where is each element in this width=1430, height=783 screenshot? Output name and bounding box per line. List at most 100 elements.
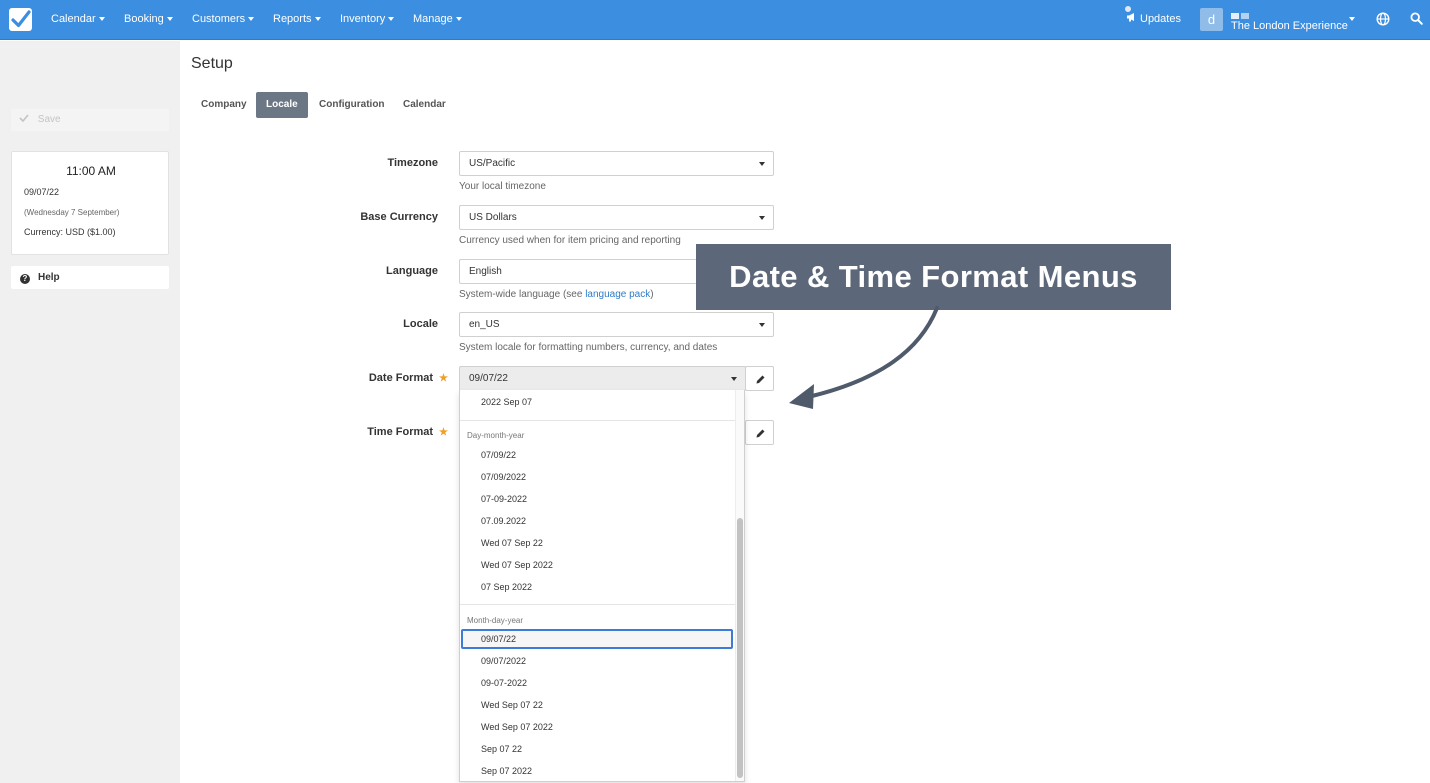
nav-inventory[interactable]: Inventory (340, 0, 395, 40)
clock-currency: Currency: USD ($1.00) (24, 227, 116, 237)
top-navbar: Calendar Booking Customers Reports Inven… (0, 0, 1430, 40)
nav-manage-label: Manage (413, 13, 453, 25)
updates-button[interactable]: Updates (1125, 0, 1181, 40)
page-title: Setup (191, 55, 233, 72)
updates-label: Updates (1140, 13, 1181, 25)
required-star-icon: ★ (439, 427, 448, 438)
chevron-down-icon (455, 17, 462, 22)
dropdown-option[interactable]: Wed Sep 07 22 (481, 700, 543, 710)
time-format-label: Time Format ★ (288, 426, 448, 438)
nav-customers-label: Customers (192, 13, 246, 25)
pencil-icon (756, 429, 765, 438)
chevron-down-icon (731, 377, 737, 381)
locale-help: System locale for formatting numbers, cu… (459, 342, 718, 353)
date-format-value: 09/07/22 (469, 373, 508, 384)
chevron-down-icon (759, 216, 765, 220)
language-label: Language (386, 265, 438, 277)
chevron-down-icon (248, 17, 255, 22)
language-help: System-wide language (see language pack) (459, 289, 654, 300)
currency-value: US Dollars (469, 212, 517, 223)
tab-calendar[interactable]: Calendar (393, 92, 456, 118)
tab-locale[interactable]: Locale (256, 92, 308, 118)
chevron-down-icon (166, 17, 173, 22)
chevron-down-icon (759, 162, 765, 166)
dropdown-option[interactable]: Wed 07 Sep 2022 (481, 560, 553, 570)
help-label: Help (38, 272, 60, 283)
notification-dot (1125, 6, 1131, 12)
timezone-value: US/Pacific (469, 158, 516, 169)
dropdown-option[interactable]: 07 Sep 2022 (481, 582, 532, 592)
clock-date: 09/07/22 (24, 187, 60, 197)
account-chevron-down-icon[interactable] (1349, 17, 1355, 21)
sidebar: Save 11:00 AM 09/07/22 (Wednesday 7 Sept… (0, 41, 180, 783)
clock-time: 11:00 AM (66, 164, 116, 178)
nav-calendar-label: Calendar (51, 13, 96, 25)
question-circle-icon: ? (20, 274, 30, 284)
save-label: Save (37, 114, 61, 125)
dropdown-group-label: Day-month-year (467, 431, 525, 440)
save-button[interactable]: Save (11, 109, 169, 131)
dropdown-option[interactable]: Sep 07 22 (481, 744, 522, 754)
currency-label: Base Currency (360, 211, 438, 223)
nav-booking-label: Booking (124, 13, 164, 25)
nav-calendar[interactable]: Calendar (51, 0, 105, 40)
dropdown-separator (460, 420, 735, 421)
timezone-select[interactable]: US/Pacific (459, 151, 774, 176)
nav-booking[interactable]: Booking (124, 0, 173, 40)
chevron-down-icon (388, 17, 395, 22)
dropdown-option[interactable]: 09-07-2022 (481, 678, 527, 688)
nav-customers[interactable]: Customers (192, 0, 255, 40)
chevron-down-icon (314, 17, 321, 22)
dropdown-option[interactable]: 09/07/2022 (481, 656, 526, 666)
annotation-arrow-icon (789, 306, 939, 409)
dropdown-option-selected[interactable]: 09/07/22 (481, 634, 516, 644)
date-format-edit-button[interactable] (745, 366, 774, 391)
language-help-prefix: System-wide language (see (459, 289, 586, 300)
avatar[interactable]: d (1200, 8, 1223, 31)
dropdown-option[interactable]: Wed Sep 07 2022 (481, 722, 553, 732)
dropdown-option[interactable]: 07-09-2022 (481, 494, 527, 504)
clock-day: (Wednesday 7 September) (24, 208, 120, 217)
language-pack-link[interactable]: language pack (585, 289, 650, 300)
dropdown-option[interactable]: 2022 Sep 07 (481, 397, 532, 407)
dropdown-option[interactable]: 07.09.2022 (481, 516, 526, 526)
locale-value: en_US (469, 319, 500, 330)
date-format-label-text: Date Format (368, 372, 434, 384)
search-icon[interactable] (1410, 12, 1423, 28)
dropdown-option[interactable]: Wed 07 Sep 22 (481, 538, 543, 548)
locale-select[interactable]: en_US (459, 312, 774, 337)
tab-configuration[interactable]: Configuration (309, 92, 395, 118)
timezone-label: Timezone (387, 157, 438, 169)
language-help-suffix: ) (650, 289, 654, 300)
locale-label: Locale (403, 318, 438, 330)
required-star-icon: ★ (439, 373, 448, 384)
account-name[interactable]: The London Experience (1231, 20, 1348, 32)
language-value: English (469, 266, 502, 277)
globe-icon[interactable] (1376, 12, 1390, 29)
dropdown-scrollbar-thumb[interactable] (737, 518, 743, 778)
nav-reports[interactable]: Reports (273, 0, 321, 40)
date-format-dropdown[interactable]: 2022 Sep 07 Day-month-year 07/09/22 07/0… (459, 390, 745, 782)
nav-manage[interactable]: Manage (413, 0, 462, 40)
timezone-help: Your local timezone (459, 181, 546, 192)
dropdown-group-label: Month-day-year (467, 616, 524, 625)
help-button[interactable]: ? Help (11, 266, 169, 289)
currency-select[interactable]: US Dollars (459, 205, 774, 230)
app-logo-icon[interactable] (9, 8, 32, 31)
chevron-down-icon (759, 323, 765, 327)
date-format-label: Date Format ★ (288, 372, 448, 384)
chevron-down-icon (98, 17, 105, 22)
checkmark-icon (19, 114, 32, 125)
time-format-edit-button[interactable] (745, 420, 774, 445)
time-format-label-text: Time Format (367, 426, 434, 438)
dropdown-separator (460, 604, 735, 605)
dropdown-option[interactable]: 07/09/22 (481, 450, 516, 460)
clock-card: 11:00 AM 09/07/22 (Wednesday 7 September… (11, 151, 169, 255)
nav-reports-label: Reports (273, 13, 312, 25)
currency-help: Currency used when for item pricing and … (459, 235, 681, 246)
tab-company[interactable]: Company (191, 92, 257, 118)
dropdown-option[interactable]: Sep 07 2022 (481, 766, 532, 776)
pencil-icon (756, 375, 765, 384)
date-format-select[interactable]: 09/07/22 (459, 366, 746, 391)
dropdown-option[interactable]: 07/09/2022 (481, 472, 526, 482)
